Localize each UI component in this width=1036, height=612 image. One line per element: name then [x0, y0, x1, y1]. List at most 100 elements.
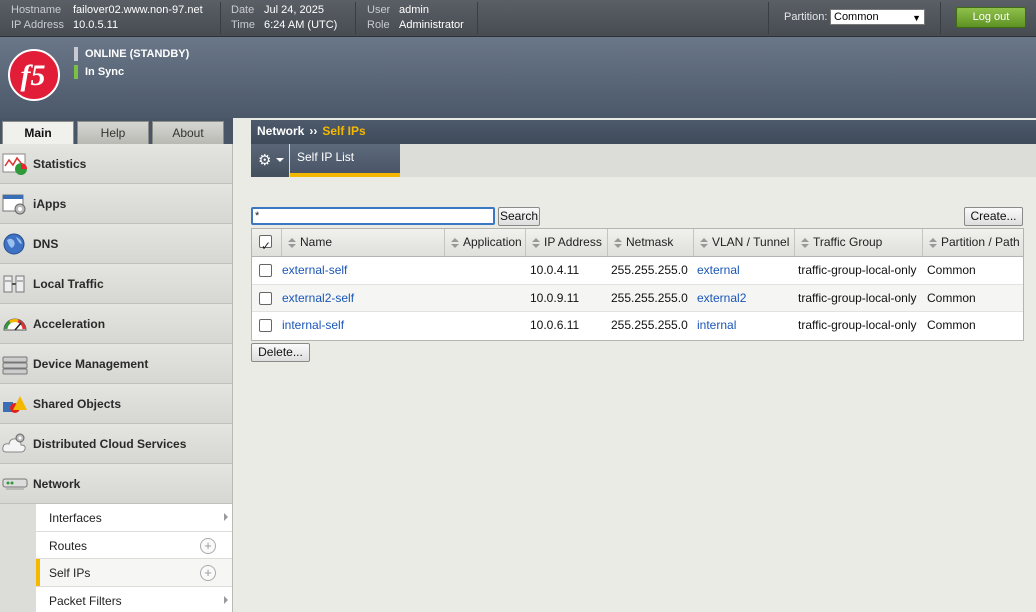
sync-status[interactable]: In Sync [74, 65, 124, 79]
role-value: Administrator [399, 19, 464, 31]
column-header-partition-path[interactable]: Partition / Path [923, 229, 1025, 256]
sidebar-item-label: Acceleration [33, 317, 106, 331]
self-ip-name-link[interactable]: internal-self [282, 312, 344, 339]
role-key: Role [367, 19, 390, 31]
divider [355, 2, 356, 34]
submenu-item-label: Self IPs [49, 566, 91, 580]
sidebar-item-dns[interactable]: DNS [0, 224, 232, 264]
shared-objects-icon [3, 396, 27, 413]
sidebar-item-label: Distributed Cloud Services [33, 437, 187, 451]
netmask-cell: 255.255.255.0 [611, 318, 688, 332]
subtab-bar: ⚙ Self IP List [251, 144, 1036, 177]
chevron-right-icon [224, 513, 228, 521]
tab-help[interactable]: Help [77, 121, 149, 144]
hostname-value: failover02.www.non-97.net [73, 4, 203, 16]
settings-menu-button[interactable]: ⚙ [251, 144, 289, 177]
column-header-application[interactable]: Application [445, 229, 526, 256]
header-banner: f5 ONLINE (STANDBY) In Sync [0, 37, 1036, 118]
sidebar-item-shared-objects[interactable]: Shared Objects [0, 384, 232, 424]
ip-address-cell: 10.0.6.11 [530, 318, 580, 332]
logout-button[interactable]: Log out [956, 7, 1026, 28]
table-row: external-self 10.0.4.11 255.255.255.0 ex… [252, 257, 1023, 285]
self-ip-name-link[interactable]: external-self [282, 257, 347, 284]
self-ip-name-link[interactable]: external2-self [282, 285, 354, 312]
vlan-link[interactable]: internal [697, 312, 736, 339]
search-button[interactable]: Search [498, 207, 540, 226]
submenu-item-self-ips[interactable]: Self IPs + [36, 559, 232, 587]
add-circle-icon[interactable]: + [200, 565, 216, 581]
vlan-link[interactable]: external [697, 257, 740, 284]
row-checkbox[interactable] [259, 319, 272, 332]
host-info: Hostname failover02.www.non-97.net IP Add… [11, 3, 203, 33]
select-all-cell [252, 229, 282, 260]
time-key: Time [231, 19, 256, 31]
column-header-netmask[interactable]: Netmask [608, 229, 694, 256]
sidebar-item-network[interactable]: Network [0, 464, 232, 504]
netmask-cell: 255.255.255.0 [611, 290, 688, 305]
breadcrumb: Network ›› Self IPs [251, 120, 1036, 144]
delete-button[interactable]: Delete... [251, 343, 310, 362]
sort-icon [532, 237, 540, 248]
row-checkbox[interactable] [259, 264, 272, 277]
select-all-checkbox[interactable] [259, 233, 272, 260]
chevron-down-icon: ▼ [912, 13, 921, 23]
sidebar-item-distributed-cloud-services[interactable]: Distributed Cloud Services [0, 424, 232, 464]
column-header-traffic-group[interactable]: Traffic Group [795, 229, 923, 256]
chevron-right-icon [224, 595, 228, 604]
sidebar: Statistics iApps DNS Local Traffic Accel… [0, 144, 233, 612]
row-checkbox[interactable] [259, 291, 272, 305]
tab-main[interactable]: Main [2, 121, 74, 145]
network-submenu: Interfaces Routes + Self IPs + Packet Fi… [0, 504, 232, 612]
divider [768, 2, 769, 34]
divider [940, 2, 941, 34]
sidebar-item-label: DNS [33, 237, 59, 251]
cloud-services-icon [2, 433, 26, 453]
breadcrumb-section[interactable]: Network [257, 124, 304, 138]
tab-self-ip-list[interactable]: Self IP List [290, 144, 400, 177]
svg-text:f5: f5 [21, 59, 46, 92]
netmask-cell: 255.255.255.0 [611, 263, 688, 277]
submenu-item-routes[interactable]: Routes + [36, 531, 232, 559]
sidebar-item-iapps[interactable]: iApps [0, 184, 232, 224]
hostname-key: Hostname [11, 4, 62, 16]
column-header-vlan-tunnel[interactable]: VLAN / Tunnel [694, 229, 795, 256]
sidebar-item-local-traffic[interactable]: Local Traffic [0, 264, 232, 304]
sidebar-item-device-management[interactable]: Device Management [0, 344, 232, 384]
sort-icon [929, 237, 937, 248]
column-header-ip-address[interactable]: IP Address [526, 229, 608, 256]
table-header: Name Application IP Address Netmask VLAN… [252, 229, 1025, 260]
partition-select[interactable]: Common ▼ [830, 9, 925, 25]
submenu-item-interfaces[interactable]: Interfaces [36, 504, 232, 532]
add-circle-icon[interactable]: + [200, 537, 216, 554]
sidebar-item-label: iApps [33, 197, 67, 211]
sort-icon [451, 237, 459, 248]
sort-icon [614, 237, 622, 248]
breadcrumb-separator: ›› [309, 124, 318, 138]
submenu-item-packet-filters[interactable]: Packet Filters [36, 586, 232, 612]
partition-cell: Common [927, 290, 976, 305]
device-management-icon [2, 356, 28, 375]
sidebar-item-label: Local Traffic [33, 277, 104, 291]
sidebar-item-acceleration[interactable]: Acceleration [0, 304, 232, 344]
sidebar-item-statistics[interactable]: Statistics [0, 144, 232, 184]
f5-logo-icon[interactable]: f5 [8, 49, 60, 101]
network-icon [2, 478, 28, 490]
date-key: Date [231, 4, 255, 16]
sidebar-item-label: Statistics [33, 157, 87, 171]
tab-about[interactable]: About [152, 121, 224, 144]
create-button[interactable]: Create... [964, 207, 1023, 226]
top-status-bar: Hostname failover02.www.non-97.net IP Add… [0, 0, 1036, 37]
failover-status[interactable]: ONLINE (STANDBY) [74, 47, 189, 61]
sort-icon [700, 237, 708, 248]
acceleration-gauge-icon [3, 318, 27, 331]
search-input[interactable]: * [251, 207, 495, 225]
submenu-item-label: Packet Filters [49, 593, 122, 608]
submenu-item-label: Routes [49, 538, 88, 553]
iapps-icon [2, 194, 26, 215]
column-header-name[interactable]: Name [282, 229, 445, 256]
table-row: external2-self 10.0.9.11 255.255.255.0 e… [252, 284, 1023, 312]
traffic-group-cell: traffic-group-local-only [798, 318, 917, 332]
vlan-link[interactable]: external2 [697, 285, 746, 312]
date-value: Jul 24, 2025 [264, 4, 324, 16]
breadcrumb-current[interactable]: Self IPs [322, 124, 365, 138]
